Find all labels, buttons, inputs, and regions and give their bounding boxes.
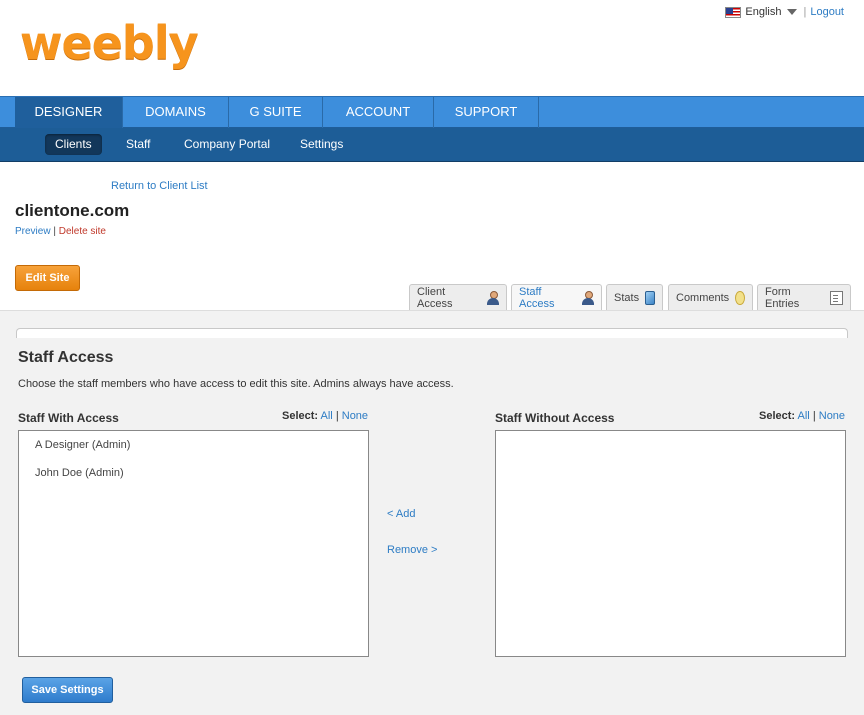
nav-designer[interactable]: DESIGNER [15, 97, 123, 128]
subnav-settings[interactable]: Settings [290, 134, 353, 155]
panel-title: Staff Access [18, 349, 114, 366]
list-item[interactable]: John Doe (Admin) [19, 460, 368, 488]
tab-label: Form Entries [765, 285, 800, 310]
tab-label: Client Access [417, 285, 453, 310]
return-to-client-list-link[interactable]: Return to Client List [111, 180, 208, 192]
nav-gsuite[interactable]: G SUITE [229, 97, 323, 128]
tab-stats[interactable]: Stats [606, 284, 663, 310]
separator: | [335, 410, 339, 422]
subnav-company-portal[interactable]: Company Portal [174, 134, 280, 155]
comment-bubble-icon [735, 290, 745, 305]
select-controls-right: Select: All | None [759, 410, 845, 422]
sub-nav: Clients Staff Company Portal Settings [0, 128, 864, 162]
tab-client-access[interactable]: Client Access [409, 284, 507, 310]
tab-staff-access[interactable]: Staff Access [511, 284, 602, 311]
select-controls-left: Select: All | None [282, 410, 368, 422]
site-tabs: Client Access Staff Access Stats Comment… [0, 284, 864, 311]
panel-description: Choose the staff members who have access… [18, 378, 454, 390]
panel-top-border [16, 328, 848, 338]
separator: | [803, 6, 807, 18]
save-settings-button[interactable]: Save Settings [22, 677, 113, 703]
nav-account[interactable]: ACCOUNT [323, 97, 434, 128]
separator: | [812, 410, 816, 422]
nav-support[interactable]: SUPPORT [434, 97, 539, 128]
chevron-down-icon[interactable] [787, 9, 798, 15]
separator: | [53, 226, 56, 237]
nav-domains[interactable]: DOMAINS [123, 97, 229, 128]
staff-without-access-list[interactable] [495, 430, 846, 657]
us-flag-icon [725, 6, 742, 18]
preview-link[interactable]: Preview [15, 226, 51, 237]
logout-link[interactable]: Logout [810, 6, 844, 18]
remove-staff-link[interactable]: Remove > [387, 544, 437, 556]
weebly-logo[interactable]: weebly [20, 16, 199, 70]
select-none-link[interactable]: None [342, 410, 368, 422]
person-icon [486, 290, 499, 305]
tab-form-entries[interactable]: Form Entries [757, 284, 851, 310]
language-bar: English | Logout [725, 6, 844, 18]
tab-label: Staff Access [519, 286, 555, 310]
select-none-link[interactable]: None [819, 410, 845, 422]
list-item[interactable]: A Designer (Admin) [19, 432, 368, 460]
main-nav: DESIGNER DOMAINS G SUITE ACCOUNT SUPPORT [0, 96, 864, 128]
select-all-link[interactable]: All [798, 410, 810, 422]
site-name: clientone.com [15, 201, 130, 220]
person-icon [581, 291, 594, 305]
tab-label: Comments [676, 291, 730, 304]
staff-with-access-heading: Staff With Access [18, 411, 119, 425]
delete-site-link[interactable]: Delete site [59, 226, 106, 237]
site-links: Preview | Delete site [15, 226, 106, 237]
select-all-link[interactable]: All [321, 410, 333, 422]
select-label: Select: [759, 410, 796, 422]
language-selector[interactable]: English [745, 6, 781, 18]
tab-label: Stats [614, 291, 640, 304]
stats-chart-icon [645, 290, 655, 305]
staff-without-access-heading: Staff Without Access [495, 411, 615, 425]
add-staff-link[interactable]: < Add [387, 508, 415, 520]
subnav-staff[interactable]: Staff [116, 134, 160, 155]
clipboard-icon [829, 290, 843, 305]
staff-with-access-list[interactable]: A Designer (Admin) John Doe (Admin) [18, 430, 369, 657]
subnav-clients[interactable]: Clients [45, 134, 102, 155]
top-header: weebly English | Logout [0, 0, 864, 96]
staff-access-panel: Staff Access Choose the staff members wh… [0, 310, 864, 715]
select-label: Select: [282, 410, 319, 422]
tab-comments[interactable]: Comments [668, 284, 753, 310]
